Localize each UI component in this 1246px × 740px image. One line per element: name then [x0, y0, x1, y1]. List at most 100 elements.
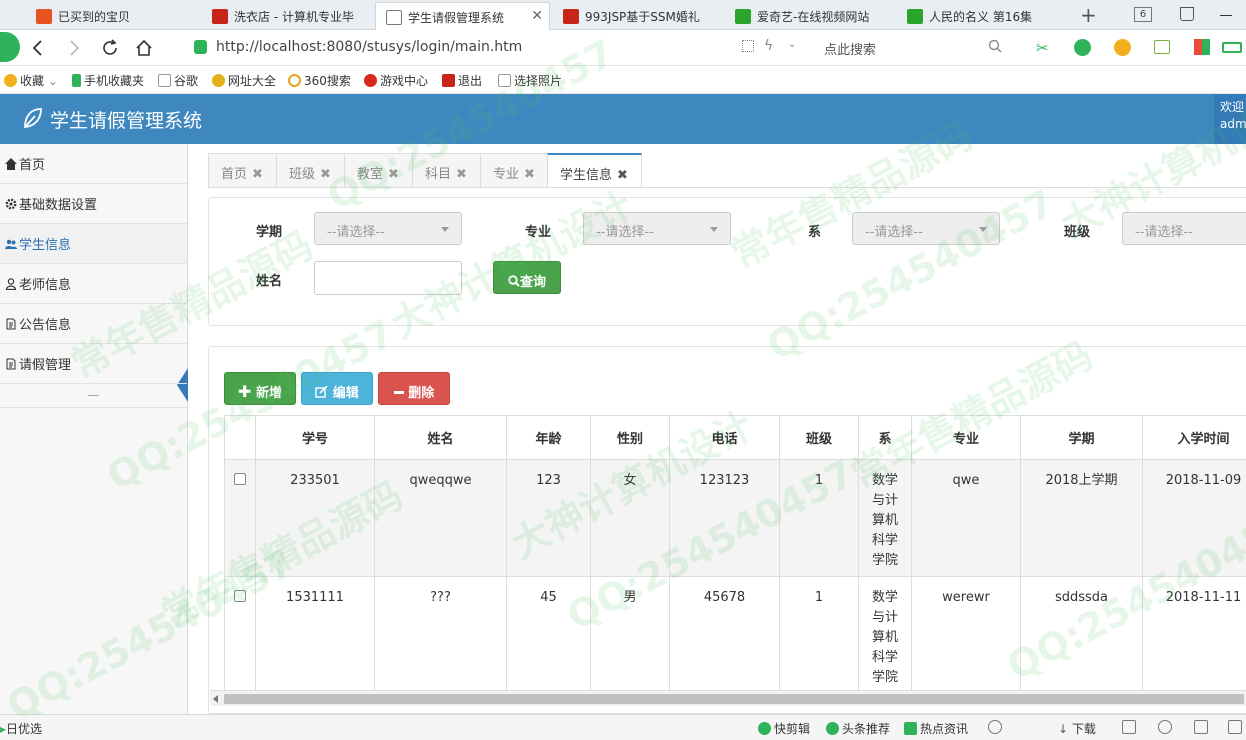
status-item[interactable]: 头条推荐	[826, 720, 890, 737]
scroll-left-icon[interactable]	[213, 695, 218, 703]
image-icon[interactable]	[1154, 40, 1170, 54]
table-row[interactable]: 1531111 ??? 45 男 45678 1 数学与计算机科学学院 were…	[224, 575, 1246, 690]
address-bar[interactable]: http://localhost:8080/stusys/login/main.…	[186, 35, 726, 60]
scrollbar-thumb[interactable]	[224, 694, 1244, 704]
major-select[interactable]: --请选择--	[583, 212, 731, 245]
column-header[interactable]: 入学时间	[1142, 416, 1246, 460]
coin-icon[interactable]	[1114, 39, 1131, 56]
browser-tab[interactable]: 洗衣店 - 计算机专业毕	[202, 2, 372, 30]
minimize-icon[interactable]	[1220, 15, 1232, 16]
table-row[interactable]: 233501 qweqqwe 123 女 123123 1 数学与计算机科学学院…	[224, 458, 1246, 577]
status-item[interactable]: 热点资讯	[904, 720, 968, 737]
browser-tab[interactable]: 人民的名义 第16集	[897, 2, 1067, 30]
bookmark-item[interactable]: 退出	[442, 72, 482, 89]
column-header[interactable]: 年龄	[506, 416, 591, 460]
tab-student-info[interactable]: 学生信息 ✖	[547, 153, 642, 188]
new-tab-button[interactable]: +	[1080, 3, 1097, 27]
delete-button[interactable]: 删除	[378, 372, 450, 405]
name-label: 姓名	[256, 274, 283, 289]
apps-icon[interactable]	[1194, 39, 1210, 55]
column-header[interactable]: 学号	[255, 416, 375, 460]
close-icon[interactable]: ✖	[524, 167, 535, 182]
close-icon[interactable]: ✖	[456, 167, 467, 182]
tab-subject[interactable]: 科目 ✖	[412, 153, 481, 188]
scissors-icon[interactable]: ✂	[1036, 39, 1052, 57]
close-icon[interactable]: ✖	[388, 167, 399, 182]
department-select[interactable]: --请选择--	[852, 212, 1000, 245]
welcome-user[interactable]: 欢迎 adm	[1214, 94, 1246, 144]
window-icon[interactable]	[1194, 720, 1208, 734]
shirt-icon[interactable]	[1180, 7, 1194, 21]
download-item[interactable]: ↓ 下载	[1058, 720, 1096, 737]
term-select[interactable]: --请选择--	[314, 212, 462, 245]
bookmark-item[interactable]: 选择照片	[498, 72, 562, 89]
bookmark-item[interactable]: 收藏 ⌄	[4, 72, 58, 89]
table-cell: qweqqwe	[374, 458, 507, 577]
sidebar-item-teacher-info[interactable]: 老师信息	[0, 264, 187, 304]
chevron-down-icon[interactable]: ⌄	[788, 39, 796, 50]
status-left[interactable]: ▸日优选	[0, 720, 42, 737]
sidebar-item-basic-settings[interactable]: 基础数据设置	[0, 184, 187, 224]
bookmark-item[interactable]: 游戏中心	[364, 72, 428, 89]
name-input[interactable]	[314, 261, 462, 295]
sidebar-collapse-button[interactable]: —	[0, 384, 187, 408]
close-icon[interactable]: ✖	[320, 167, 331, 182]
search-icon[interactable]	[988, 39, 1002, 53]
lightning-icon[interactable]: ϟ	[764, 38, 773, 54]
sidebar-item-leave[interactable]: 请假管理	[0, 344, 187, 384]
add-button[interactable]: ✚ 新增	[224, 372, 296, 405]
speed-icon[interactable]	[988, 720, 1002, 734]
browser-tab[interactable]: 爱奇艺-在线视频网站	[725, 2, 895, 30]
tab-class[interactable]: 班级 ✖	[276, 153, 345, 188]
chevron-down-icon	[710, 227, 718, 232]
close-tab-icon[interactable]: ✕	[531, 8, 543, 24]
home-icon[interactable]	[134, 38, 154, 58]
row-checkbox[interactable]	[234, 472, 246, 485]
column-header[interactable]: 性别	[590, 416, 670, 460]
tab-classroom[interactable]: 教室 ✖	[344, 153, 413, 188]
column-header[interactable]: 学期	[1020, 416, 1143, 460]
flag-icon[interactable]	[1122, 720, 1136, 734]
tab-major[interactable]: 专业 ✖	[480, 153, 548, 188]
users-icon	[5, 239, 17, 249]
bookmark-item[interactable]: 手机收藏夹	[72, 72, 144, 89]
extension-icon[interactable]	[1074, 39, 1091, 56]
status-item[interactable]: 快剪辑	[758, 720, 810, 737]
search-input[interactable]: 点此搜索	[806, 35, 1010, 60]
tab-divider	[208, 187, 1246, 188]
tab-count-badge[interactable]: 6	[1134, 7, 1152, 22]
sidebar-item-home[interactable]: 首页	[0, 144, 187, 184]
browser-tab[interactable]: 已买到的宝贝	[26, 2, 204, 30]
bookmark-item[interactable]: 网址大全	[212, 72, 276, 89]
browser-tab-active[interactable]: 学生请假管理系统 ✕	[375, 2, 550, 30]
column-header[interactable]: 电话	[669, 416, 780, 460]
horizontal-scrollbar[interactable]	[210, 690, 1246, 706]
browser-tab[interactable]: 993JSP基于SSM婚礼	[553, 2, 723, 30]
refresh-icon[interactable]	[100, 38, 120, 58]
table-header-row: 学号 姓名 年龄 性别 电话 班级 系 专业 学期 入学时间	[224, 416, 1246, 460]
close-icon[interactable]: ✖	[252, 167, 263, 182]
forward-icon[interactable]	[66, 39, 82, 57]
volume-icon[interactable]	[1228, 720, 1242, 734]
column-header[interactable]: 专业	[911, 416, 1021, 460]
back-icon[interactable]	[30, 39, 46, 57]
sidebar-item-notice[interactable]: 公告信息	[0, 304, 187, 344]
close-icon[interactable]: ✖	[617, 168, 628, 183]
bookmark-item[interactable]: 360搜索	[288, 72, 351, 89]
sidebar-item-student-info[interactable]: 学生信息	[0, 224, 187, 264]
url-text[interactable]: http://localhost:8080/stusys/login/main.…	[216, 39, 522, 55]
query-button[interactable]: 查询	[493, 261, 561, 294]
column-header[interactable]: 班级	[779, 416, 859, 460]
tab-home[interactable]: 首页 ✖	[208, 153, 277, 188]
ie-icon[interactable]	[1158, 720, 1172, 734]
hot-news-icon	[904, 722, 917, 735]
row-checkbox[interactable]	[234, 589, 246, 602]
column-header[interactable]: 姓名	[374, 416, 507, 460]
class-select[interactable]: --请选择--	[1122, 212, 1246, 245]
qr-icon[interactable]	[742, 40, 754, 52]
bookmark-item[interactable]: 谷歌	[158, 72, 198, 89]
column-header[interactable]: 系	[858, 416, 912, 460]
pin-icon[interactable]	[1024, 720, 1038, 734]
edit-button[interactable]: 编辑	[301, 372, 373, 405]
battery-icon[interactable]	[1222, 42, 1242, 53]
